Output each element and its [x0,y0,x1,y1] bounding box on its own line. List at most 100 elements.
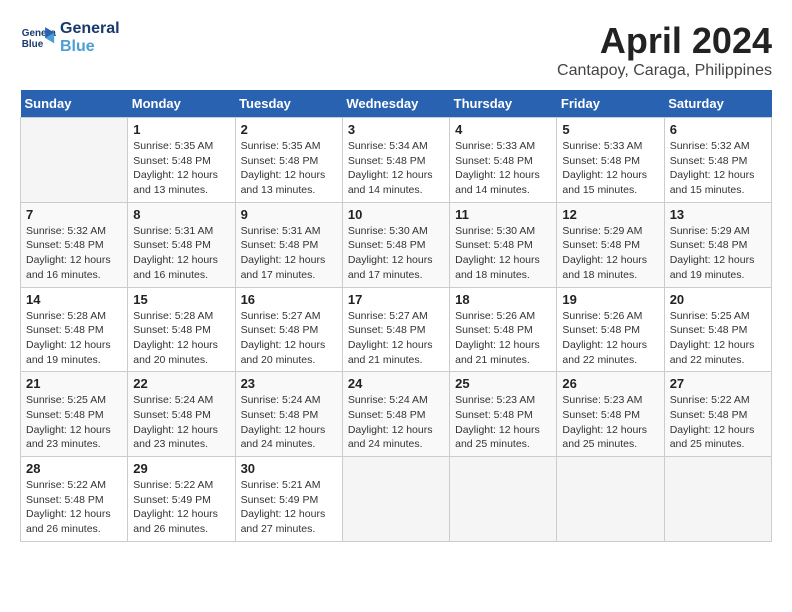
day-number: 25 [455,376,551,391]
day-info: Sunrise: 5:24 AM Sunset: 5:48 PM Dayligh… [348,393,444,452]
logo: General Blue General Blue [20,20,120,56]
calendar-cell: 12Sunrise: 5:29 AM Sunset: 5:48 PM Dayli… [557,202,664,287]
calendar-cell: 5Sunrise: 5:33 AM Sunset: 5:48 PM Daylig… [557,118,664,203]
day-info: Sunrise: 5:33 AM Sunset: 5:48 PM Dayligh… [455,139,551,198]
day-info: Sunrise: 5:25 AM Sunset: 5:48 PM Dayligh… [670,309,766,368]
calendar-cell: 28Sunrise: 5:22 AM Sunset: 5:48 PM Dayli… [21,457,128,542]
calendar-cell: 21Sunrise: 5:25 AM Sunset: 5:48 PM Dayli… [21,372,128,457]
day-number: 27 [670,376,766,391]
calendar-cell: 10 Sunrise: 5:30 AM Sunset: 5:48 PM Dayli… [342,202,449,287]
logo-icon: General Blue [20,20,56,56]
day-info: Sunrise: 5:35 AM Sunset: 5:48 PM Dayligh… [133,139,229,198]
calendar-cell: 15 Sunrise: 5:28 AM Sunset: 5:48 PM Dayli… [128,287,235,372]
day-number: 15 [133,292,229,307]
calendar-table: SundayMondayTuesdayWednesdayThursdayFrid… [20,90,772,542]
calendar-cell: 22 Sunrise: 5:24 AM Sunset: 5:48 PM Dayli… [128,372,235,457]
day-info: Sunrise: 5:24 AM Sunset: 5:48 PM Dayligh… [241,393,337,452]
day-info: Sunrise: 5:30 AM Sunset: 5:48 PM Dayligh… [455,224,551,283]
calendar-week-row: 28Sunrise: 5:22 AM Sunset: 5:48 PM Dayli… [21,457,772,542]
page-title: April 2024 [557,20,772,62]
day-number: 4 [455,122,551,137]
calendar-cell [557,457,664,542]
day-number: 24 [348,376,444,391]
day-number: 10 [348,207,444,222]
day-number: 9 [241,207,337,222]
day-info: Sunrise: 5:35 AM Sunset: 5:48 PM Dayligh… [241,139,337,198]
day-info: Sunrise: 5:30 AM Sunset: 5:48 PM Dayligh… [348,224,444,283]
day-number: 2 [241,122,337,137]
day-info: Sunrise: 5:28 AM Sunset: 5:48 PM Dayligh… [133,309,229,368]
day-info: Sunrise: 5:29 AM Sunset: 5:48 PM Dayligh… [670,224,766,283]
day-number: 12 [562,207,658,222]
day-info: Sunrise: 5:21 AM Sunset: 5:49 PM Dayligh… [241,478,337,537]
calendar-cell: 27 Sunrise: 5:22 AM Sunset: 5:48 PM Dayli… [664,372,771,457]
day-number: 3 [348,122,444,137]
day-number: 5 [562,122,658,137]
calendar-cell: 6 Sunrise: 5:32 AM Sunset: 5:48 PM Daylig… [664,118,771,203]
calendar-cell: 11 Sunrise: 5:30 AM Sunset: 5:48 PM Dayli… [450,202,557,287]
calendar-cell: 20 Sunrise: 5:25 AM Sunset: 5:48 PM Dayli… [664,287,771,372]
calendar-cell: 30Sunrise: 5:21 AM Sunset: 5:49 PM Dayli… [235,457,342,542]
calendar-cell: 1Sunrise: 5:35 AM Sunset: 5:48 PM Daylig… [128,118,235,203]
calendar-week-row: 7Sunrise: 5:32 AM Sunset: 5:48 PM Daylig… [21,202,772,287]
day-number: 22 [133,376,229,391]
calendar-cell: 7Sunrise: 5:32 AM Sunset: 5:48 PM Daylig… [21,202,128,287]
day-info: Sunrise: 5:28 AM Sunset: 5:48 PM Dayligh… [26,309,122,368]
calendar-cell: 24 Sunrise: 5:24 AM Sunset: 5:48 PM Dayli… [342,372,449,457]
day-info: Sunrise: 5:23 AM Sunset: 5:48 PM Dayligh… [455,393,551,452]
day-info: Sunrise: 5:31 AM Sunset: 5:48 PM Dayligh… [241,224,337,283]
calendar-cell: 16 Sunrise: 5:27 AM Sunset: 5:48 PM Dayli… [235,287,342,372]
calendar-cell: 26 Sunrise: 5:23 AM Sunset: 5:48 PM Dayli… [557,372,664,457]
calendar-cell: 4 Sunrise: 5:33 AM Sunset: 5:48 PM Daylig… [450,118,557,203]
calendar-cell: 18Sunrise: 5:26 AM Sunset: 5:48 PM Dayli… [450,287,557,372]
calendar-day-header: Saturday [664,90,771,118]
calendar-cell: 8Sunrise: 5:31 AM Sunset: 5:48 PM Daylig… [128,202,235,287]
calendar-cell [342,457,449,542]
logo-text-line2: Blue [60,38,120,56]
calendar-cell [664,457,771,542]
calendar-header-row: SundayMondayTuesdayWednesdayThursdayFrid… [21,90,772,118]
calendar-day-header: Thursday [450,90,557,118]
day-info: Sunrise: 5:26 AM Sunset: 5:48 PM Dayligh… [455,309,551,368]
calendar-cell: 25 Sunrise: 5:23 AM Sunset: 5:48 PM Dayli… [450,372,557,457]
day-info: Sunrise: 5:34 AM Sunset: 5:48 PM Dayligh… [348,139,444,198]
calendar-cell: 9 Sunrise: 5:31 AM Sunset: 5:48 PM Daylig… [235,202,342,287]
day-info: Sunrise: 5:23 AM Sunset: 5:48 PM Dayligh… [562,393,658,452]
day-number: 26 [562,376,658,391]
title-area: April 2024 Cantapoy, Caraga, Philippines [557,20,772,80]
day-number: 20 [670,292,766,307]
day-number: 13 [670,207,766,222]
day-number: 19 [562,292,658,307]
calendar-cell [21,118,128,203]
calendar-header: SundayMondayTuesdayWednesdayThursdayFrid… [21,90,772,118]
calendar-week-row: 1Sunrise: 5:35 AM Sunset: 5:48 PM Daylig… [21,118,772,203]
day-info: Sunrise: 5:32 AM Sunset: 5:48 PM Dayligh… [26,224,122,283]
calendar-cell: 17 Sunrise: 5:27 AM Sunset: 5:48 PM Dayli… [342,287,449,372]
day-info: Sunrise: 5:27 AM Sunset: 5:48 PM Dayligh… [241,309,337,368]
day-number: 8 [133,207,229,222]
day-info: Sunrise: 5:24 AM Sunset: 5:48 PM Dayligh… [133,393,229,452]
day-info: Sunrise: 5:32 AM Sunset: 5:48 PM Dayligh… [670,139,766,198]
day-number: 11 [455,207,551,222]
day-number: 16 [241,292,337,307]
calendar-day-header: Monday [128,90,235,118]
day-number: 6 [670,122,766,137]
calendar-cell: 19 Sunrise: 5:26 AM Sunset: 5:48 PM Dayli… [557,287,664,372]
calendar-day-header: Wednesday [342,90,449,118]
day-number: 29 [133,461,229,476]
day-info: Sunrise: 5:22 AM Sunset: 5:48 PM Dayligh… [26,478,122,537]
calendar-cell [450,457,557,542]
day-info: Sunrise: 5:27 AM Sunset: 5:48 PM Dayligh… [348,309,444,368]
day-number: 23 [241,376,337,391]
day-number: 17 [348,292,444,307]
day-info: Sunrise: 5:22 AM Sunset: 5:48 PM Dayligh… [670,393,766,452]
calendar-week-row: 14 Sunrise: 5:28 AM Sunset: 5:48 PM Dayli… [21,287,772,372]
calendar-cell: 14 Sunrise: 5:28 AM Sunset: 5:48 PM Dayli… [21,287,128,372]
day-info: Sunrise: 5:22 AM Sunset: 5:49 PM Dayligh… [133,478,229,537]
day-info: Sunrise: 5:26 AM Sunset: 5:48 PM Dayligh… [562,309,658,368]
calendar-week-row: 21Sunrise: 5:25 AM Sunset: 5:48 PM Dayli… [21,372,772,457]
page-subtitle: Cantapoy, Caraga, Philippines [557,62,772,80]
calendar-cell: 3 Sunrise: 5:34 AM Sunset: 5:48 PM Daylig… [342,118,449,203]
day-number: 14 [26,292,122,307]
day-number: 21 [26,376,122,391]
